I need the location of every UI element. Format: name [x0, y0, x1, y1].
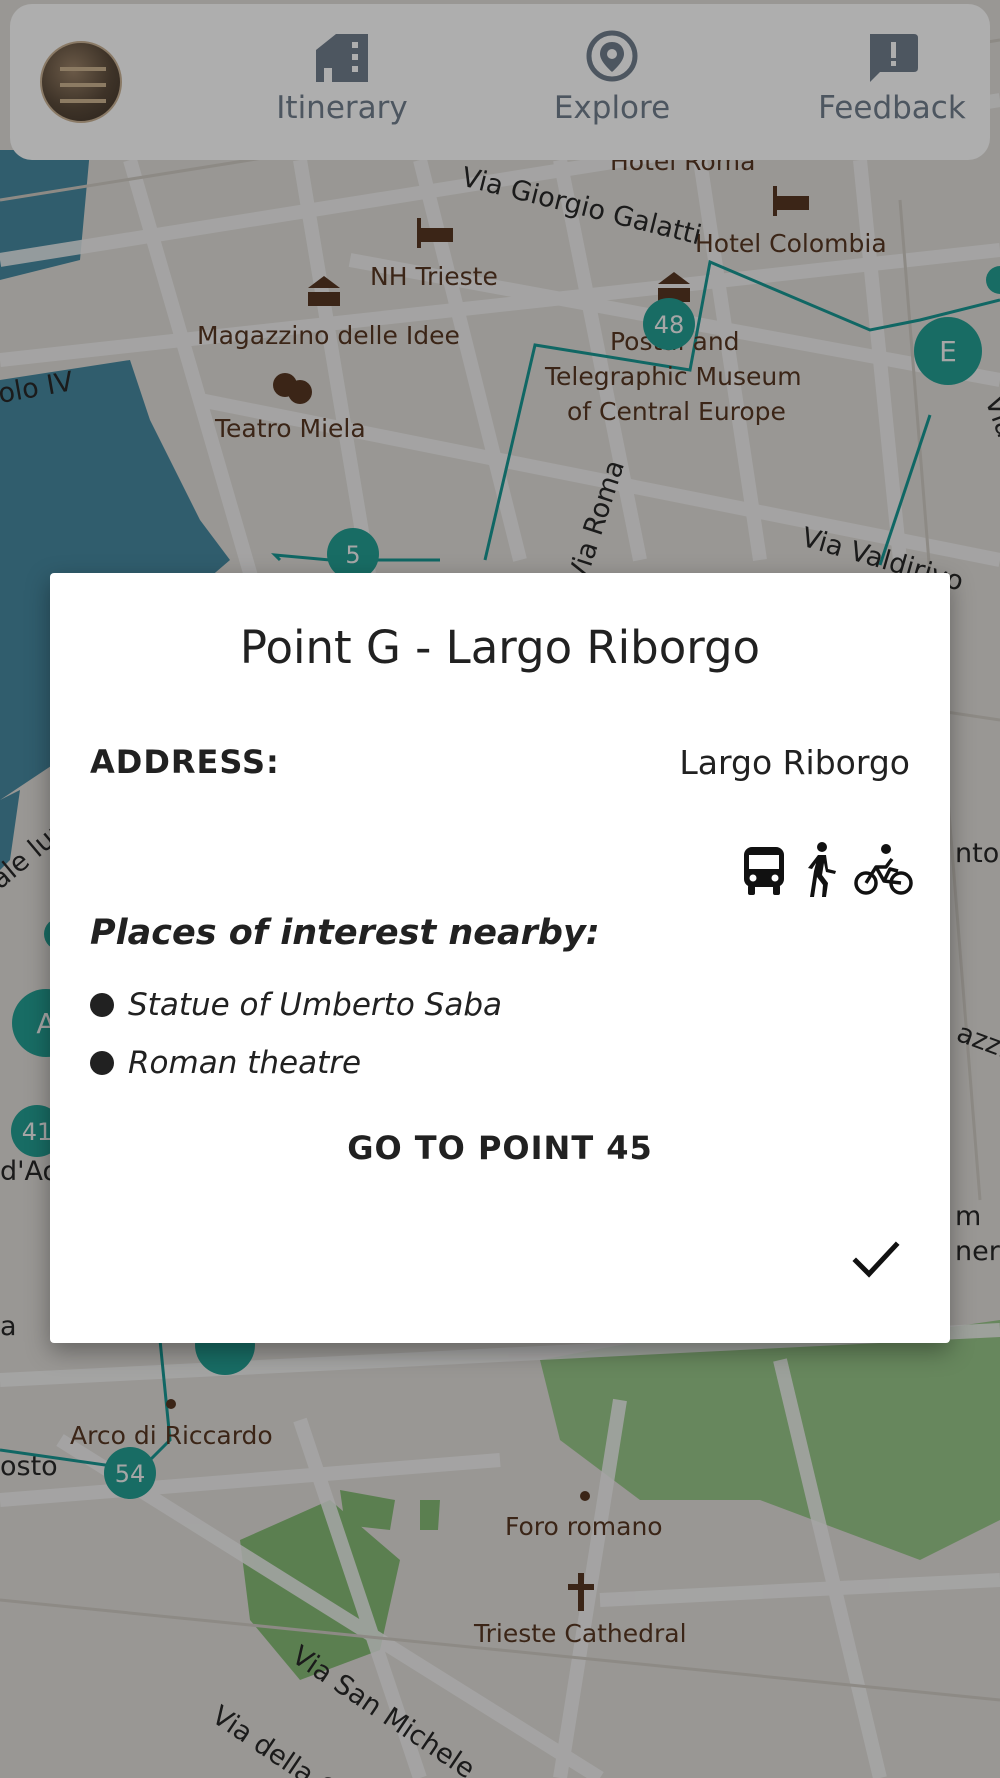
- transport-icons: [742, 841, 914, 901]
- nav-itinerary-label: Itinerary: [276, 90, 408, 126]
- poi-name: Statue of Umberto Saba: [128, 987, 502, 1023]
- address-value: Largo Riborgo: [679, 743, 910, 782]
- point-info-dialog: Point G - Largo Riborgo ADDRESS: Largo R…: [50, 573, 950, 1343]
- nav-explore[interactable]: Explore: [502, 28, 722, 138]
- check-icon: [850, 1241, 902, 1289]
- list-item: Roman theatre: [90, 1034, 502, 1092]
- bullet-icon: [90, 993, 114, 1017]
- poi-name: Roman theatre: [128, 1045, 362, 1081]
- nav-itinerary[interactable]: Itinerary: [232, 28, 452, 138]
- nav-feedback[interactable]: Feedback: [782, 28, 1000, 138]
- building-icon: [232, 28, 452, 84]
- bus-icon: [742, 845, 786, 901]
- walk-icon: [802, 841, 838, 901]
- confirm-button[interactable]: [850, 1233, 902, 1285]
- location-pin-icon: [502, 28, 722, 84]
- bike-icon: [854, 843, 914, 901]
- poi-list: Statue of Umberto Saba Roman theatre: [90, 976, 502, 1092]
- dialog-title: Point G - Largo Riborgo: [239, 621, 761, 674]
- address-label: ADDRESS:: [90, 743, 280, 781]
- nav-feedback-label: Feedback: [818, 90, 966, 126]
- go-to-point-button[interactable]: GO TO POINT 45: [50, 1129, 950, 1167]
- feedback-icon: [782, 28, 1000, 84]
- bullet-icon: [90, 1051, 114, 1075]
- list-item: Statue of Umberto Saba: [90, 976, 502, 1034]
- top-navigation-bar: Itinerary Explore Feedback: [10, 4, 990, 160]
- avatar[interactable]: [40, 41, 122, 123]
- nav-explore-label: Explore: [553, 90, 671, 126]
- poi-heading: Places of interest nearby:: [90, 913, 600, 953]
